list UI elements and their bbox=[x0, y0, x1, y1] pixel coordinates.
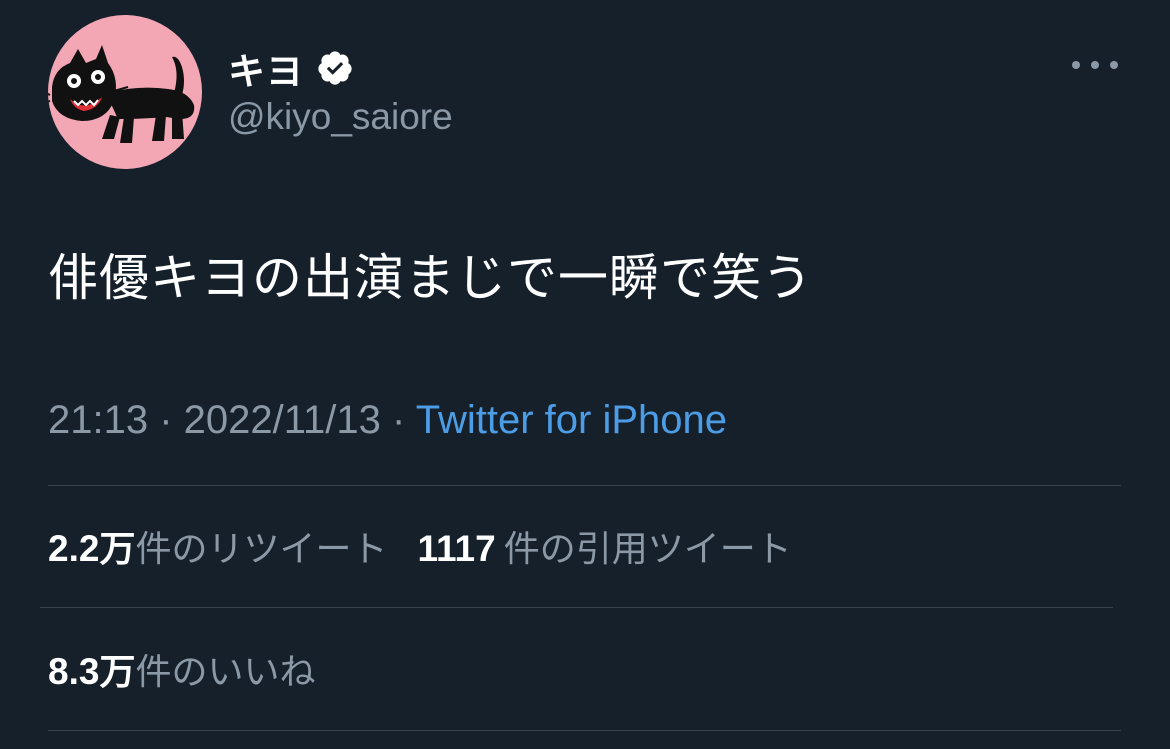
dot bbox=[1091, 61, 1099, 69]
divider bbox=[48, 485, 1121, 486]
tweet-text: 俳優キヨの出演まじで一瞬で笑う bbox=[48, 249, 813, 307]
retweets-unit: 万 bbox=[99, 529, 136, 570]
quotes-label: 件の引用ツイート bbox=[503, 529, 792, 570]
tweet-date[interactable]: 2022/11/13 bbox=[184, 398, 381, 442]
meta-separator: · bbox=[159, 398, 184, 442]
likes-unit: 万 bbox=[99, 652, 136, 693]
retweets-value: 2.2 bbox=[48, 528, 100, 569]
divider bbox=[40, 607, 1113, 608]
tweet-meta: 21:13 · 2022/11/13 · Twitter for iPhone bbox=[48, 398, 727, 443]
quotes-count[interactable]: 1117 件の引用ツイート bbox=[417, 520, 791, 572]
avatar[interactable] bbox=[48, 15, 202, 169]
username[interactable]: @kiyo_saiore bbox=[228, 96, 453, 138]
likes-count[interactable]: 8.3 万 件のいいね bbox=[48, 643, 315, 695]
divider bbox=[48, 730, 1121, 731]
dot bbox=[1110, 61, 1118, 69]
retweets-count[interactable]: 2.2 万 件のリツイート bbox=[48, 520, 387, 572]
retweets-label: 件のリツイート bbox=[135, 529, 388, 570]
display-name[interactable]: キヨ bbox=[228, 41, 304, 95]
verified-badge-icon bbox=[316, 49, 354, 87]
quotes-value: 1117 bbox=[417, 528, 496, 569]
more-horizontal-icon[interactable] bbox=[1072, 50, 1118, 80]
dot bbox=[1072, 61, 1080, 69]
likes-value: 8.3 bbox=[48, 651, 100, 692]
retweet-stats-row: 2.2 万 件のリツイート 1117 件の引用ツイート bbox=[48, 520, 822, 572]
cat-avatar-icon bbox=[48, 45, 195, 143]
meta-separator: · bbox=[392, 398, 416, 442]
likes-stats-row: 8.3 万 件のいいね bbox=[48, 643, 345, 695]
likes-label: 件のいいね bbox=[135, 652, 316, 693]
tweet-source-link[interactable]: Twitter for iPhone bbox=[416, 398, 727, 442]
author-name-row[interactable]: キヨ bbox=[228, 40, 354, 96]
tweet-time[interactable]: 21:13 bbox=[48, 398, 148, 442]
tweet-detail-page: キヨ @kiyo_saiore 俳優キヨの出演まじで一瞬で笑う 21:13 · … bbox=[0, 0, 1170, 749]
